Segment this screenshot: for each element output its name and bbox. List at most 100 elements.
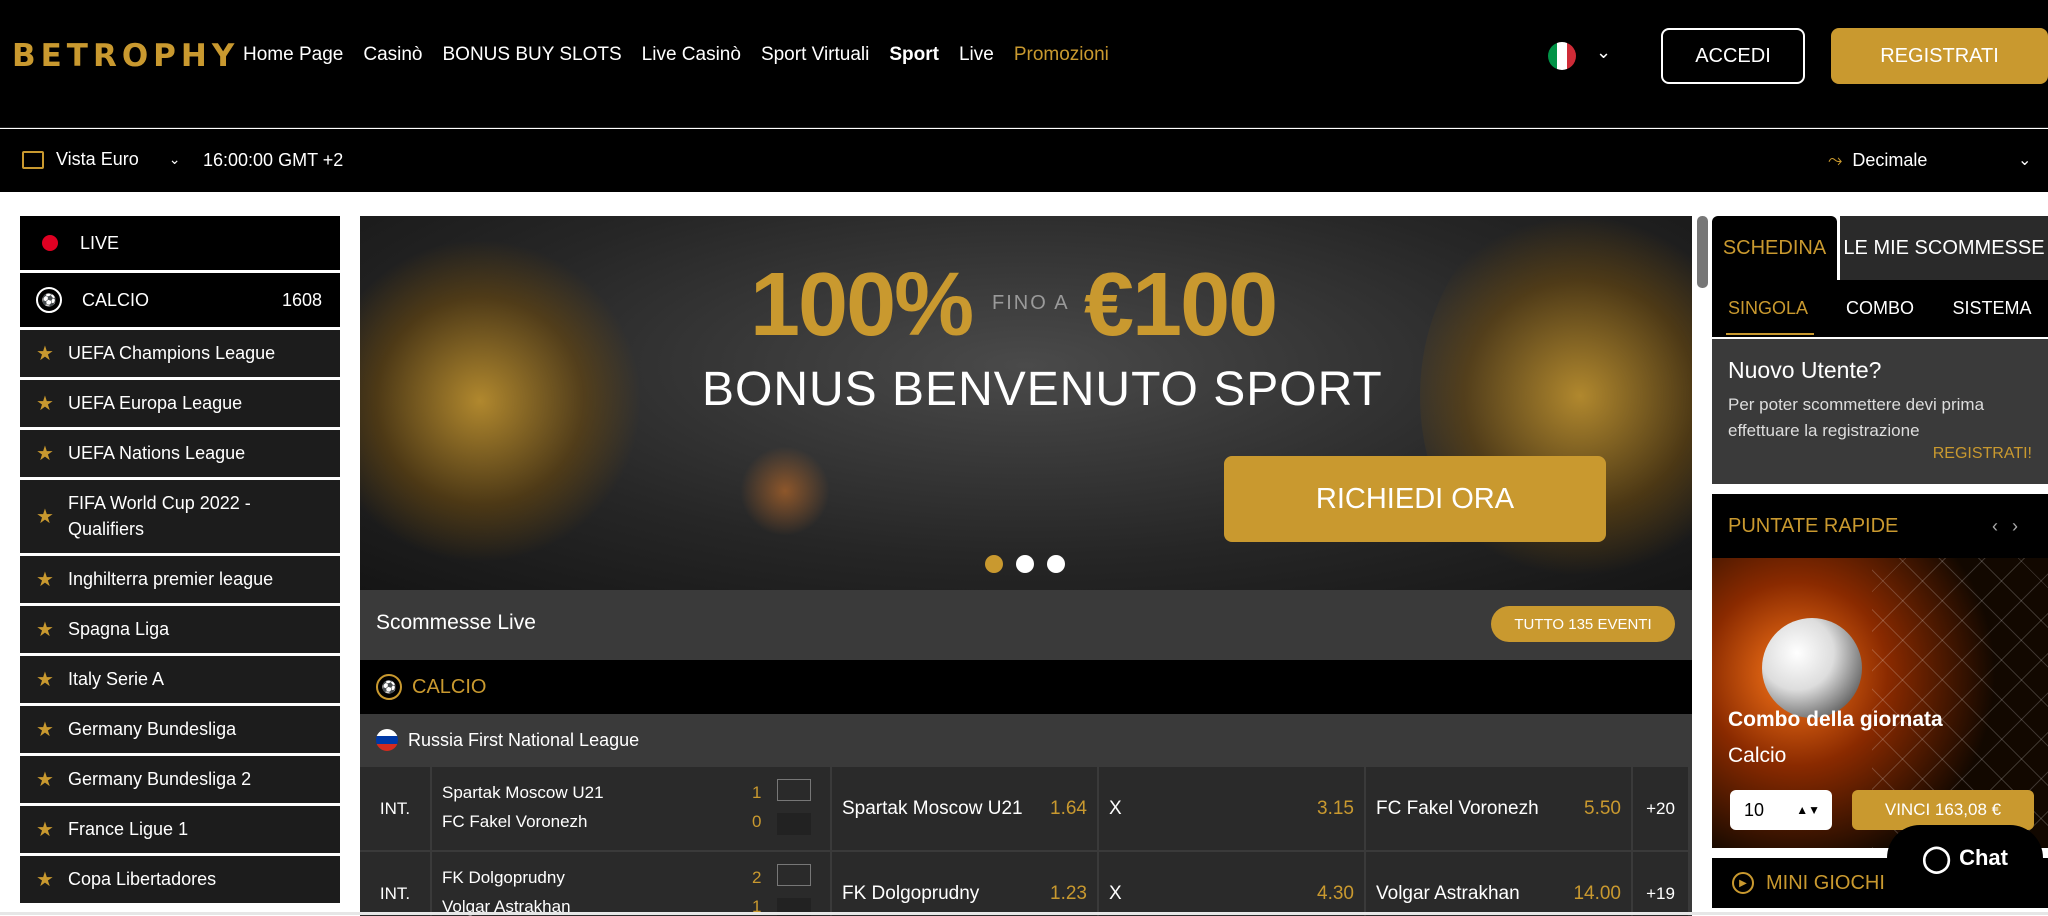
nav-live[interactable]: Live	[959, 44, 994, 66]
sidebar-league-item[interactable]: ★ Germany Bundesliga	[20, 706, 340, 753]
odd-home[interactable]: FK Dolgoprudny 1.23	[832, 852, 1097, 916]
sidebar-league-item[interactable]: ★ UEFA Nations League	[20, 430, 340, 477]
sport-header[interactable]: ⚽ CALCIO	[360, 660, 1692, 714]
claim-now-button[interactable]: RICHIEDI ORA	[1224, 456, 1606, 542]
chat-button[interactable]: ◯ Chat	[1887, 825, 2043, 891]
odd-label: Volgar Astrakhan	[1376, 882, 1520, 904]
bonus-up-to: FINO A	[992, 292, 1070, 314]
chevron-down-icon[interactable]: ⌄	[2018, 150, 2031, 170]
chevron-down-icon: ⌄	[168, 151, 181, 167]
view-icon	[22, 150, 44, 169]
all-events-button[interactable]: TUTTO 135 EVENTI	[1491, 606, 1675, 642]
tab-my-bets[interactable]: LE MIE SCOMMESSE	[1840, 216, 2048, 280]
more-markets-link[interactable]: +20	[1633, 767, 1688, 850]
home-team: FK Dolgoprudny	[442, 868, 565, 887]
chevron-right-icon[interactable]: ›	[2012, 516, 2032, 536]
odd-value: 3.15	[1317, 797, 1354, 819]
odds-format-selector[interactable]: ⤳ Decimale	[1828, 150, 1927, 171]
match-teams[interactable]: FK Dolgoprudny Volgar Astrakhan 2 1	[432, 852, 830, 916]
league-label: Germany Bundesliga	[68, 718, 237, 739]
star-icon[interactable]: ★	[36, 716, 54, 744]
odd-draw[interactable]: X 3.15	[1099, 767, 1364, 850]
promo-banner[interactable]: 100% FINO A €100 BONUS BENVENUTO SPORT R…	[360, 216, 1692, 590]
register-button[interactable]: REGISTRATI	[1831, 28, 2048, 84]
login-button[interactable]: ACCEDI	[1661, 28, 1805, 84]
nav-bonus-buy-slots[interactable]: BONUS BUY SLOTS	[443, 44, 622, 66]
stake-input[interactable]: 10 ▲▼	[1730, 790, 1832, 830]
italy-flag-icon[interactable]	[1548, 42, 1576, 70]
star-icon[interactable]: ★	[36, 440, 54, 468]
sidebar-league-item[interactable]: ★ UEFA Champions League	[20, 330, 340, 377]
odd-value: 5.50	[1584, 797, 1621, 819]
live-bets-title: Scommesse Live	[376, 611, 536, 634]
nav-sport-virtuali[interactable]: Sport Virtuali	[761, 44, 869, 66]
nav-promozioni[interactable]: Promozioni	[1014, 44, 1109, 66]
star-icon[interactable]: ★	[36, 616, 54, 644]
odd-home[interactable]: Spartak Moscow U21 1.64	[832, 767, 1097, 850]
tab-combo[interactable]: COMBO	[1824, 280, 1936, 337]
sidebar-league-item[interactable]: ★ Germany Bundesliga 2	[20, 756, 340, 803]
odd-draw[interactable]: X 4.30	[1099, 852, 1364, 916]
tab-singola[interactable]: SINGOLA	[1712, 280, 1824, 337]
sidebar-league-item[interactable]: ★ Copa Libertadores	[20, 856, 340, 903]
match-teams[interactable]: Spartak Moscow U21 FC Fakel Voronezh 1 0	[432, 767, 830, 850]
carousel-dot[interactable]	[985, 555, 1003, 573]
star-icon[interactable]: ★	[36, 566, 54, 594]
star-icon[interactable]: ★	[36, 503, 54, 531]
star-icon[interactable]: ★	[36, 766, 54, 794]
sidebar-item-live[interactable]: LIVE	[20, 216, 340, 270]
soccer-ball-icon: ⚽	[36, 287, 62, 313]
more-markets-link[interactable]: +19	[1633, 852, 1688, 916]
main-content: 100% FINO A €100 BONUS BENVENUTO SPORT R…	[360, 216, 1692, 916]
register-link[interactable]: REGISTRATI!	[1728, 445, 2032, 463]
chevron-left-icon[interactable]: ‹	[1992, 516, 2012, 536]
sidebar-league-item[interactable]: ★ FIFA World Cup 2022 - Qualifiers	[20, 480, 340, 553]
chat-label: Chat	[1959, 845, 2008, 870]
field-stats-icon[interactable]	[777, 779, 811, 801]
chevron-down-icon[interactable]: ⌄	[1596, 42, 1611, 63]
star-icon[interactable]: ★	[36, 816, 54, 844]
bokeh-light	[740, 446, 830, 536]
match-row[interactable]: INT. FK Dolgoprudny Volgar Astrakhan 2 1…	[360, 852, 1692, 916]
top-header: BETROPHY Home Page Casinò BONUS BUY SLOT…	[0, 0, 2048, 128]
league-label: France Ligue 1	[68, 818, 189, 839]
sidebar-league-item[interactable]: ★ Inghilterra premier league	[20, 556, 340, 603]
odd-away[interactable]: FC Fakel Voronezh 5.50	[1366, 767, 1631, 850]
carousel-dot[interactable]	[1047, 555, 1065, 573]
sidebar-item-calcio[interactable]: ⚽ CALCIO 1608	[20, 273, 340, 327]
new-user-title: Nuovo Utente?	[1728, 357, 1882, 383]
league-label: Spagna Liga	[68, 618, 170, 639]
live-bets-header: Scommesse Live TUTTO 135 EVENTI	[360, 590, 1692, 660]
view-selector[interactable]: Vista Euro ⌄	[22, 149, 180, 170]
combo-of-the-day-card: Combo della giornata Calcio 10 ▲▼ VINCI …	[1712, 558, 2048, 848]
star-icon[interactable]: ★	[36, 390, 54, 418]
scrollbar-thumb[interactable]	[1697, 216, 1708, 288]
sidebar-league-item[interactable]: ★ Italy Serie A	[20, 656, 340, 703]
spinner-icon[interactable]: ▲▼	[1796, 803, 1820, 817]
league-label: UEFA Nations League	[68, 442, 246, 463]
odd-away[interactable]: Volgar Astrakhan 14.00	[1366, 852, 1631, 916]
star-icon[interactable]: ★	[36, 340, 54, 368]
nav-home[interactable]: Home Page	[243, 44, 343, 66]
star-icon[interactable]: ★	[36, 866, 54, 894]
nav-casino[interactable]: Casinò	[363, 44, 422, 66]
match-row[interactable]: INT. Spartak Moscow U21 FC Fakel Voronez…	[360, 767, 1692, 850]
sidebar-league-item[interactable]: ★ UEFA Europa League	[20, 380, 340, 427]
match-status: INT.	[360, 852, 430, 916]
event-count: 1608	[281, 289, 322, 310]
tab-sistema[interactable]: SISTEMA	[1936, 280, 2048, 337]
field-stats-icon[interactable]	[777, 864, 811, 886]
league-header[interactable]: Russia First National League	[360, 714, 1692, 766]
star-icon[interactable]: ★	[36, 666, 54, 694]
win-button[interactable]: VINCI 163,08 €	[1852, 790, 2034, 830]
nav-live-casino[interactable]: Live Casinò	[642, 44, 741, 66]
sidebar-league-item[interactable]: ★ Spagna Liga	[20, 606, 340, 653]
league-label: UEFA Champions League	[68, 342, 276, 363]
betrophy-logo[interactable]: BETROPHY	[12, 38, 239, 74]
nav-sport[interactable]: Sport	[889, 44, 939, 66]
carousel-dots	[985, 555, 1065, 573]
live-dot-icon	[42, 235, 58, 251]
carousel-dot[interactable]	[1016, 555, 1034, 573]
tab-schedina[interactable]: SCHEDINA	[1712, 216, 1837, 280]
sidebar-league-item[interactable]: ★ France Ligue 1	[20, 806, 340, 853]
